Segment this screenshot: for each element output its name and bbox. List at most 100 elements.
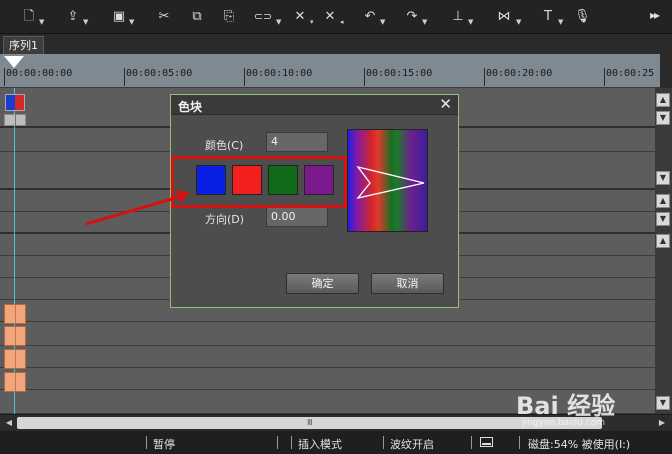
chevron-down-icon[interactable]: ▼ [558, 18, 566, 26]
track-scroll-column: ▲ ▼ ▼ ▲ ▼ ▲ ▼ [655, 88, 672, 414]
ruler-label: 00:00:05:00 [126, 68, 193, 79]
ruler-tick [4, 68, 5, 86]
ruler-tick [484, 68, 485, 86]
ruler-label: 00:00:25 [606, 68, 655, 79]
scroll-up-icon[interactable]: ▲ [656, 234, 670, 248]
status-disk: 磁盘:54% 被使用(I:) [528, 438, 631, 451]
chevron-down-icon[interactable]: ▼ [422, 18, 430, 26]
undo-button[interactable]: ↶ ▼ [362, 6, 388, 28]
ruler-tick [244, 68, 245, 86]
grip-icon: Ⅲ [307, 418, 313, 427]
voiceover-button[interactable]: 🎙 [574, 6, 591, 28]
status-separator [383, 436, 384, 449]
paste-icon: ⎘ [223, 9, 235, 24]
ruler-label: 00:00:20:00 [486, 68, 553, 79]
tab-sequence[interactable]: 序列1 [3, 36, 44, 54]
chevron-down-icon[interactable]: ◂ [340, 18, 348, 26]
color-count-input[interactable]: 4 [266, 132, 328, 152]
annotation-highlight-box [171, 156, 347, 208]
gradient-preview[interactable] [347, 129, 428, 232]
scroll-down-icon[interactable]: ▼ [656, 111, 670, 125]
scroll-thumb[interactable]: Ⅲ [17, 417, 602, 429]
status-separator [146, 436, 147, 449]
dialog-title: 色块 [178, 100, 203, 114]
chevron-down-icon[interactable]: ▾ [310, 18, 318, 26]
ruler-label: 00:00:00:00 [6, 68, 73, 79]
scroll-down-icon[interactable]: ▼ [656, 212, 670, 226]
status-separator [277, 436, 278, 449]
mark-icon: ⊥ [452, 9, 464, 24]
clip[interactable] [4, 326, 26, 346]
trim-icon: ⋈ [497, 9, 511, 24]
direction-input[interactable]: 0.00 [266, 207, 328, 227]
trim-button[interactable]: ⋈ ▼ [494, 6, 524, 28]
status-insert-mode[interactable]: 插入模式 [298, 436, 342, 452]
voiceover-icon: 🎙 [574, 9, 591, 24]
redo-icon: ↷ [406, 9, 418, 24]
monitor-icon[interactable] [480, 437, 493, 447]
more-icon[interactable]: ▸▸ [650, 8, 660, 22]
ruler-tick [364, 68, 365, 86]
chevron-down-icon[interactable]: ▼ [468, 18, 476, 26]
color-matte-clip[interactable] [5, 94, 25, 111]
status-pause: 暂停 [153, 438, 175, 451]
undo-icon: ↶ [364, 9, 376, 24]
ruler-label: 00:00:15:00 [366, 68, 433, 79]
chevron-down-icon[interactable]: ▼ [276, 18, 284, 26]
cancel-button[interactable]: 取消 [371, 273, 444, 294]
new-file-icon: 🗋 [23, 9, 35, 24]
track-row[interactable] [0, 322, 655, 346]
paste-button[interactable]: ⎘ [221, 6, 237, 28]
status-separator [471, 436, 472, 449]
color-count-label: 颜色(C) [205, 139, 244, 152]
chevron-down-icon[interactable]: ▼ [516, 18, 524, 26]
direction-label: 方向(D) [205, 213, 245, 226]
ripple-delete-icon: ✕ [324, 9, 336, 24]
clip[interactable] [4, 372, 26, 392]
chevron-down-icon[interactable]: ▼ [129, 18, 137, 26]
delete-button[interactable]: ✕ ▾ [292, 6, 318, 28]
scroll-up-icon[interactable]: ▲ [656, 93, 670, 107]
chevron-down-icon[interactable]: ▼ [380, 18, 388, 26]
watermark-site: jingyan.baidu.com [522, 418, 606, 428]
save-icon: ▣ [112, 9, 126, 24]
clip[interactable] [4, 304, 26, 324]
scroll-up-icon[interactable]: ▲ [656, 194, 670, 208]
audio-clip[interactable] [4, 114, 26, 126]
copy-button[interactable]: ⧉ [189, 6, 205, 28]
timeline-ruler[interactable]: 00:00:00:00 00:00:05:00 00:00:10:00 00:0… [0, 54, 660, 88]
clip[interactable] [4, 349, 26, 369]
save-button[interactable]: ▣ ▼ [111, 6, 137, 28]
open-button[interactable]: ⇪ ▼ [65, 6, 91, 28]
cut-button[interactable]: ✂ [156, 6, 172, 28]
ripple-delete-button[interactable]: ✕ ◂ [322, 6, 348, 28]
title-icon: T [544, 9, 552, 24]
baidu-watermark: Bai 经验 jingyan.baidu.com [516, 384, 666, 430]
cut-icon: ✂ [158, 9, 170, 24]
main-toolbar: 🗋 ▼ ⇪ ▼ ▣ ▼ ✂ ⧉ ⎘ ⊂⊃ ▼ ✕ ▾ ✕ ◂ ↶ ▼ ↷ ▼ ⊥… [0, 0, 672, 34]
status-separator [519, 436, 520, 449]
ok-button[interactable]: 确定 [286, 273, 359, 294]
dialog-titlebar[interactable]: 色块 ✕ [171, 95, 458, 115]
playhead-handle[interactable] [4, 56, 24, 68]
ruler-label: 00:00:10:00 [246, 68, 313, 79]
close-icon[interactable]: ✕ [439, 96, 452, 113]
chevron-down-icon[interactable]: ▼ [83, 18, 91, 26]
scroll-left-icon[interactable]: ◀ [3, 417, 15, 429]
copy-icon: ⧉ [192, 9, 202, 24]
mark-button[interactable]: ⊥ ▼ [450, 6, 476, 28]
chevron-down-icon[interactable]: ▼ [39, 18, 47, 26]
status-ripple[interactable]: 波纹开启 [390, 436, 434, 452]
link-icon: ⊂⊃ [253, 10, 273, 23]
tab-bar: 序列1 [0, 34, 672, 54]
title-button[interactable]: T ▼ [540, 6, 566, 28]
direction-arrow-icon [356, 165, 425, 200]
ruler-tick [604, 68, 605, 86]
status-bar: 暂停 插入模式 波纹开启 磁盘:54% 被使用(I:) [0, 431, 672, 454]
scroll-down-icon[interactable]: ▼ [656, 171, 670, 185]
link-button[interactable]: ⊂⊃ ▼ [252, 6, 284, 28]
redo-button[interactable]: ↷ ▼ [404, 6, 430, 28]
track-row[interactable] [0, 346, 655, 368]
delete-icon: ✕ [294, 9, 306, 24]
new-file-button[interactable]: 🗋 ▼ [21, 6, 47, 28]
